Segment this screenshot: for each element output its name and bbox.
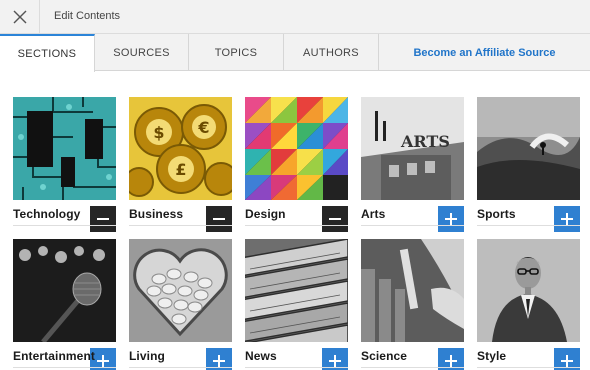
section-card-entertainment[interactable]: Entertainment (13, 239, 116, 370)
section-card-style[interactable]: Style (477, 239, 580, 370)
section-image: $ € £ (129, 97, 232, 200)
section-label: Design (245, 207, 286, 221)
plus-icon (445, 213, 457, 225)
divider (13, 367, 116, 368)
tab-sections[interactable]: SECTIONS (0, 34, 95, 72)
plus-icon (97, 355, 109, 367)
divider (245, 225, 348, 226)
page-title: Edit Contents (54, 10, 121, 22)
top-bar: Edit Contents (0, 0, 590, 34)
tab-bar: SECTIONS SOURCES TOPICS AUTHORS Become a… (0, 34, 590, 72)
tab-topics[interactable]: TOPICS (189, 34, 284, 71)
minus-icon (329, 218, 341, 220)
plus-icon (329, 355, 341, 367)
plus-icon (445, 355, 457, 367)
divider (361, 225, 464, 226)
section-card-business[interactable]: $ € £ Business (129, 97, 232, 232)
section-image (477, 239, 580, 342)
section-card-living[interactable]: Living (129, 239, 232, 370)
remove-section-button[interactable] (90, 206, 116, 232)
divider (129, 367, 232, 368)
affiliate-source-link[interactable]: Become an Affiliate Source (379, 34, 590, 71)
plus-icon (561, 213, 573, 225)
tab-sources[interactable]: SOURCES (95, 34, 189, 71)
section-image (129, 239, 232, 342)
section-card-technology[interactable]: Technology (13, 97, 116, 232)
section-label: Sports (477, 207, 516, 221)
section-label: Science (361, 349, 408, 363)
add-section-button[interactable] (554, 206, 580, 232)
section-card-design[interactable]: Design (245, 97, 348, 232)
section-card-sports[interactable]: Sports (477, 97, 580, 232)
divider (129, 225, 232, 226)
section-image (245, 239, 348, 342)
remove-section-button[interactable] (322, 206, 348, 232)
section-card-arts[interactable]: ARTS Arts (361, 97, 464, 232)
section-label: Business (129, 207, 184, 221)
section-image (13, 97, 116, 200)
divider (477, 367, 580, 368)
section-image (13, 239, 116, 342)
plus-icon (213, 355, 225, 367)
svg-text:£: £ (175, 160, 186, 179)
tab-authors[interactable]: AUTHORS (284, 34, 379, 71)
add-section-button[interactable] (438, 206, 464, 232)
section-card-news[interactable]: News (245, 239, 348, 370)
section-label: Style (477, 349, 507, 363)
section-label: News (245, 349, 277, 363)
close-button[interactable] (0, 0, 40, 34)
section-label: Entertainment (13, 349, 95, 363)
close-icon (13, 10, 26, 24)
minus-icon (213, 218, 225, 220)
section-image (361, 239, 464, 342)
svg-text:$: $ (153, 123, 164, 142)
section-label: Living (129, 349, 165, 363)
plus-icon (561, 355, 573, 367)
svg-text:ARTS: ARTS (400, 132, 450, 151)
divider (245, 367, 348, 368)
svg-text:€: € (197, 118, 209, 137)
section-image (245, 97, 348, 200)
section-image (477, 97, 580, 200)
minus-icon (97, 218, 109, 220)
section-card-science[interactable]: Science (361, 239, 464, 370)
section-label: Arts (361, 207, 386, 221)
section-label: Technology (13, 207, 81, 221)
divider (13, 225, 116, 226)
divider (477, 225, 580, 226)
section-image: ARTS (361, 97, 464, 200)
divider (361, 367, 464, 368)
remove-section-button[interactable] (206, 206, 232, 232)
